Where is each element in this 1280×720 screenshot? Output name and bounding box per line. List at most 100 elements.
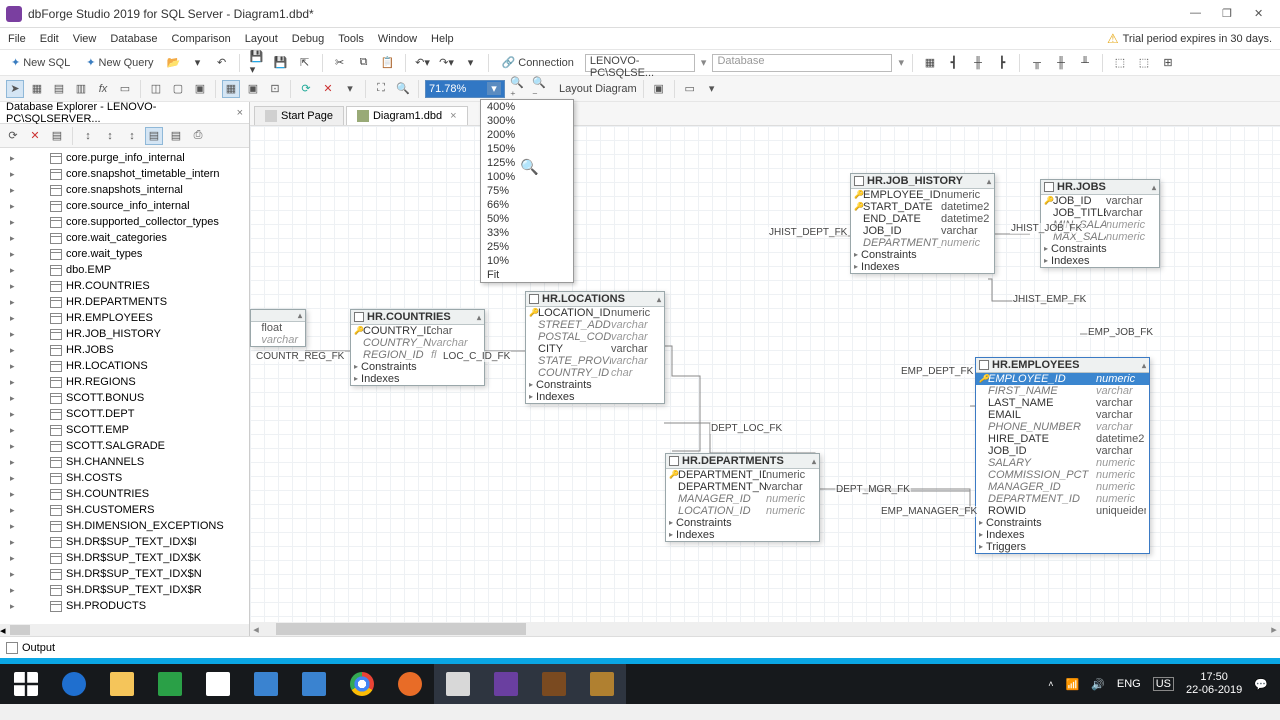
column-row[interactable]: 🔑COUNTRY_IDchar <box>351 325 484 337</box>
tree-item[interactable]: ▸SCOTT.BONUS <box>0 390 249 406</box>
align-center-icon[interactable]: ╫ <box>969 54 987 72</box>
function-icon[interactable]: fx <box>94 80 112 98</box>
tray-notifications-icon[interactable]: 💬 <box>1254 678 1268 691</box>
entity-section[interactable]: ▸Constraints <box>351 361 484 373</box>
menu-debug[interactable]: Debug <box>292 33 324 45</box>
tree-item[interactable]: ▸core.purge_info_internal <box>0 150 249 166</box>
column-row[interactable]: 🔑DEPARTMENT_IDnumeric <box>666 469 819 481</box>
column-row[interactable]: 🔑EMPLOYEE_IDnumeric <box>851 189 994 201</box>
zoom-option[interactable]: 33% <box>481 226 573 240</box>
start-button[interactable] <box>2 664 50 704</box>
entity-section[interactable]: ▸Constraints <box>976 517 1149 529</box>
tree-item[interactable]: ▸HR.COUNTRIES <box>0 278 249 294</box>
layout-diagram-button[interactable]: Layout Diagram <box>559 83 637 95</box>
entity-section[interactable]: ▸Constraints <box>526 379 664 391</box>
tree-item[interactable]: ▸core.wait_categories <box>0 230 249 246</box>
menu-database[interactable]: Database <box>110 33 157 45</box>
tree-item[interactable]: ▸core.wait_types <box>0 246 249 262</box>
align-middle-icon[interactable]: ╫ <box>1052 54 1070 72</box>
tree-item[interactable]: ▸HR.LOCATIONS <box>0 358 249 374</box>
align-bottom-icon[interactable]: ╨ <box>1076 54 1094 72</box>
column-row[interactable]: COUNTRY_NAMEvarchar <box>351 337 484 349</box>
menu-edit[interactable]: Edit <box>40 33 59 45</box>
save-all-button[interactable]: 💾 <box>272 54 290 72</box>
explorer-tab[interactable]: Database Explorer - LENOVO-PC\SQLSERVER.… <box>0 102 249 124</box>
entity-hr-countries[interactable]: HR.COUNTRIES▴ 🔑COUNTRY_IDcharCOUNTRY_NAM… <box>350 309 485 386</box>
entity-section[interactable]: ▸Indexes <box>351 373 484 385</box>
system-tray[interactable]: ˄ 📶 🔊 ENG US 17:5022-06-2019 💬 <box>1038 671 1278 697</box>
column-row[interactable]: HIRE_DATEdatetime2 <box>976 433 1149 445</box>
page-icon[interactable]: ▭ <box>681 80 699 98</box>
entity-hr-job-history[interactable]: HR.JOB_HISTORY▴ 🔑EMPLOYEE_IDnumeric🔑STAR… <box>850 173 995 274</box>
connection-button[interactable]: 🔗Connection <box>497 54 579 71</box>
new-icon[interactable]: ▤ <box>48 127 66 145</box>
tree-item[interactable]: ▸SH.CHANNELS <box>0 454 249 470</box>
tray-ime[interactable]: US <box>1153 677 1174 691</box>
search-icon[interactable]: 🔍 <box>394 80 412 98</box>
column-row[interactable]: LOCATION_IDnumeric <box>666 505 819 517</box>
zoom-option[interactable]: Fit <box>481 268 573 282</box>
menu-tools[interactable]: Tools <box>338 33 364 45</box>
entity-hr-locations[interactable]: HR.LOCATIONS▴ 🔑LOCATION_IDnumericSTREET_… <box>525 291 665 404</box>
align-top-icon[interactable]: ╥ <box>1028 54 1046 72</box>
note-icon[interactable]: ▢ <box>169 80 187 98</box>
region-icon[interactable]: ▦ <box>222 80 240 98</box>
paste-button[interactable]: 📋 <box>379 54 397 72</box>
menu-comparison[interactable]: Comparison <box>171 33 230 45</box>
zoom-option[interactable]: 50% <box>481 212 573 226</box>
column-row[interactable]: POSTAL_CODEvarchar <box>526 331 664 343</box>
taskbar-app2[interactable] <box>530 664 578 704</box>
column-icon[interactable]: ▥ <box>72 80 90 98</box>
container-icon[interactable]: ◫ <box>147 80 165 98</box>
tree-item[interactable]: ▸SH.CUSTOMERS <box>0 502 249 518</box>
align-right-icon[interactable]: ┣ <box>993 54 1011 72</box>
column-row[interactable]: JOB_IDvarchar <box>851 225 994 237</box>
column-row[interactable]: SALARYnumeric <box>976 457 1149 469</box>
taskbar-store[interactable] <box>146 664 194 704</box>
diagram-canvas[interactable]: ▴ floatEvarchar HR.COUNTRIES▴ 🔑COUNTRY_I… <box>250 126 1280 622</box>
column-row[interactable]: MANAGER_IDnumeric <box>976 481 1149 493</box>
nav-back-button[interactable]: ↶ <box>213 54 231 72</box>
menu-layout[interactable]: Layout <box>245 33 278 45</box>
tree-item[interactable]: ▸SCOTT.DEPT <box>0 406 249 422</box>
copy-button[interactable]: ⧉ <box>355 54 373 72</box>
save-button[interactable]: 💾▾ <box>248 54 266 72</box>
zoom-option[interactable]: 400% <box>481 100 573 114</box>
tray-clock[interactable]: 17:5022-06-2019 <box>1186 671 1242 697</box>
tree-item[interactable]: ▸core.snapshots_internal <box>0 182 249 198</box>
entity-section[interactable]: ▸Indexes <box>851 261 994 273</box>
close-button[interactable]: ✕ <box>1254 7 1268 21</box>
refresh-icon[interactable]: ⟳ <box>4 127 22 145</box>
column-row[interactable]: END_DATEdatetime2 <box>851 213 994 225</box>
column-row[interactable]: COMMISSION_PCTnumeric <box>976 469 1149 481</box>
dropdown-icon[interactable]: ▾ <box>898 56 904 69</box>
tray-volume-icon[interactable]: 🔊 <box>1091 678 1105 691</box>
overview-icon[interactable]: ▣ <box>650 80 668 98</box>
tree-item[interactable]: ▸SH.DR$SUP_TEXT_IDX$R <box>0 582 249 598</box>
filter2-icon[interactable]: ↕ <box>123 127 141 145</box>
entity-section[interactable]: ▸Triggers <box>976 541 1149 553</box>
tray-wifi-icon[interactable]: 📶 <box>1065 678 1079 691</box>
tree-item[interactable]: ▸HR.JOBS <box>0 342 249 358</box>
tree-item[interactable]: ▸SCOTT.SALGRADE <box>0 438 249 454</box>
column-row[interactable]: DEPARTMENT_IDnumeric <box>976 493 1149 505</box>
column-row[interactable]: STREET_ADDRESSvarchar <box>526 319 664 331</box>
redo-button[interactable]: ↷▾ <box>438 54 456 72</box>
column-row[interactable]: float <box>251 322 305 334</box>
export-button[interactable]: ⇱ <box>296 54 314 72</box>
open-button[interactable]: 📂 <box>165 54 183 72</box>
zoom-option[interactable]: 10% <box>481 254 573 268</box>
taskbar-dbforge[interactable] <box>482 664 530 704</box>
tree-item[interactable]: ▸SH.DIMENSION_EXCEPTIONS <box>0 518 249 534</box>
tree-item[interactable]: ▸SH.COSTS <box>0 470 249 486</box>
new-query-button[interactable]: ✦New Query <box>81 54 158 71</box>
zoom-option[interactable]: 25% <box>481 240 573 254</box>
taskbar-monitor[interactable] <box>290 664 338 704</box>
tab-diagram[interactable]: Diagram1.dbd× <box>346 106 468 125</box>
tree-item[interactable]: ▸HR.DEPARTMENTS <box>0 294 249 310</box>
align-left-icon[interactable]: ┫ <box>945 54 963 72</box>
print-icon[interactable]: ⎙ <box>189 127 207 145</box>
zoom-option[interactable]: 300% <box>481 114 573 128</box>
zoom-option[interactable]: 75% <box>481 184 573 198</box>
script-icon[interactable]: ▤ <box>167 127 185 145</box>
